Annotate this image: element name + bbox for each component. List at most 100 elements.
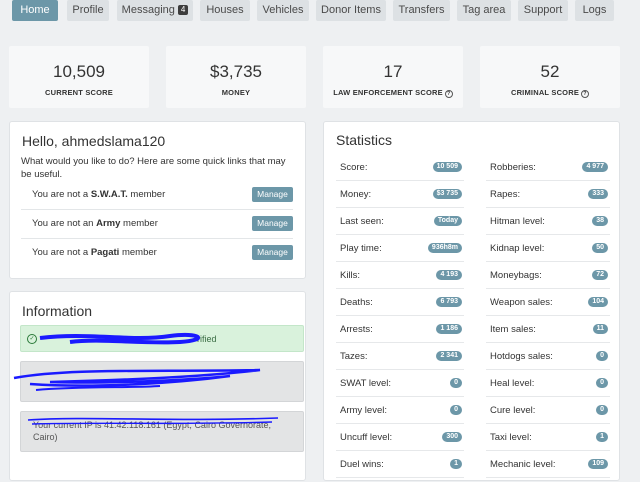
stat-value-badge: 300 (442, 432, 462, 442)
stat-label: Kidnap level: (490, 243, 545, 254)
stat-value-badge: 11 (592, 324, 608, 334)
stat-value-badge: Today (433, 216, 462, 226)
current-score-card: 10,509 CURRENT SCORE (9, 46, 149, 108)
stat-row: Hotdogs sales: 0 (486, 343, 610, 370)
stat-row: Army level: 0 (336, 397, 464, 424)
statistics-title: Statistics (336, 132, 393, 148)
stat-label: Robberies: (490, 162, 536, 173)
stat-label: Hotdogs sales: (490, 351, 553, 362)
membership-row-swat: You are not a S.W.A.T. member Manage (21, 181, 293, 210)
stat-row: Uncuff level: 300 (336, 424, 464, 451)
stat-row: Mechanic level: 109 (486, 451, 610, 478)
help-icon[interactable]: ? (444, 90, 453, 98)
manage-swat-button[interactable]: Manage (252, 187, 293, 202)
message-count-badge: 4 (177, 5, 189, 15)
stat-value-badge: 936h8m (427, 243, 462, 253)
tab-donor-items[interactable]: Donor Items (316, 0, 386, 21)
membership-text: You are not an Army member (32, 218, 158, 229)
stat-value-badge: 50 (592, 243, 608, 253)
stat-value-badge: 1 (596, 432, 608, 442)
stat-row: Heal level: 0 (486, 370, 610, 397)
law-enforcement-score-value: 17 (383, 62, 403, 81)
stat-label: SWAT level: (340, 378, 392, 389)
criminal-score-label-row: CRIMINAL SCORE? (480, 88, 620, 98)
stat-label: Item sales: (490, 324, 536, 335)
tab-profile[interactable]: Profile (67, 0, 109, 21)
stat-value-badge: 6 793 (436, 297, 462, 307)
stat-row: Deaths: 6 793 (336, 289, 464, 316)
manage-pagati-button[interactable]: Manage (252, 245, 293, 260)
stat-label: Kills: (340, 270, 361, 281)
stat-row: Last seen: Today (336, 208, 464, 235)
stat-row: Play time: 936h8m (336, 235, 464, 262)
tab-logs[interactable]: Logs (575, 0, 614, 21)
membership-row-army: You are not an Army member Manage (21, 210, 293, 239)
stat-label: Moneybags: (490, 270, 542, 281)
main-nav: Home Profile Messaging 4 Houses Vehicles … (0, 0, 640, 24)
information-title: Information (22, 303, 93, 319)
stat-row: Item sales: 11 (486, 316, 610, 343)
money-value: $3,735 (210, 62, 262, 81)
law-enforcement-score-card: 17 LAW ENFORCEMENT SCORE? (323, 46, 463, 108)
stat-row: Taxi level: 1 (486, 424, 610, 451)
stat-value-badge: 109 (588, 459, 608, 469)
stat-row: Cure level: 0 (486, 397, 610, 424)
stat-label: Duel wins: (340, 459, 384, 470)
criminal-score-value: 52 (540, 62, 560, 81)
stat-value-badge: 10 509 (432, 162, 462, 172)
stat-label: Deaths: (340, 297, 373, 308)
stat-row: Money: $3 735 (336, 181, 464, 208)
tab-support[interactable]: Support (518, 0, 568, 21)
hello-subtitle: What would you like to do? Here are some… (21, 156, 286, 180)
stat-row: Robberies: 4 977 (486, 154, 610, 181)
tab-messaging[interactable]: Messaging 4 (117, 0, 193, 21)
ip-text: Your current IP is 41.42.118.161 (Egypt,… (33, 420, 271, 442)
stat-row: SWAT level: 0 (336, 370, 464, 397)
statistics-panel: Statistics Score: 10 509 Money: $3 735 Last … (323, 121, 620, 481)
manage-army-button[interactable]: Manage (252, 216, 293, 231)
stat-label: Hitman level: (490, 216, 545, 227)
stat-label: Rapes: (490, 189, 521, 200)
stat-row: Arrests: 1 186 (336, 316, 464, 343)
stat-label: Mechanic level: (490, 459, 556, 470)
stat-value-badge: 2 341 (436, 351, 462, 361)
stat-label: Play time: (340, 243, 382, 254)
stat-value-badge: 333 (588, 189, 608, 199)
stat-value-badge: $3 735 (432, 189, 462, 199)
ip-info-box: Your current IP is 41.42.118.161 (Egypt,… (20, 411, 304, 452)
stat-label: Weapon sales: (490, 297, 553, 308)
current-score-label: CURRENT SCORE (44, 88, 114, 97)
tab-transfers[interactable]: Transfers (393, 0, 450, 21)
stat-label: Money: (340, 189, 372, 200)
stat-label: Uncuff level: (340, 432, 393, 443)
tab-messaging-label: Messaging (121, 4, 175, 16)
stat-label: Cure level: (490, 405, 536, 416)
verified-text: rified (197, 334, 217, 344)
stat-label: Heal level: (490, 378, 535, 389)
stat-row: Hitman level: 38 (486, 208, 610, 235)
stat-row: Duel wins: 1 (336, 451, 464, 478)
stat-value-badge: 0 (596, 405, 608, 415)
verified-alert: ✓ rified (20, 325, 304, 352)
membership-row-pagati: You are not a Pagati member Manage (21, 239, 293, 268)
tab-houses[interactable]: Houses (200, 0, 250, 21)
hello-title: Hello, ahmedslama120 (22, 133, 166, 149)
stat-label: Last seen: (340, 216, 384, 227)
stat-value-badge: 72 (592, 270, 608, 280)
stat-label: Army level: (340, 405, 387, 416)
tab-tag-area[interactable]: Tag area (457, 0, 511, 21)
money-label: MONEY (221, 88, 251, 97)
tab-vehicles[interactable]: Vehicles (257, 0, 309, 21)
tab-home[interactable]: Home (12, 0, 58, 21)
stat-value-badge: 0 (450, 405, 462, 415)
help-icon[interactable]: ? (581, 90, 590, 98)
stat-value-badge: 104 (588, 297, 608, 307)
stat-label: Taxi level: (490, 432, 532, 443)
stat-row: Score: 10 509 (336, 154, 464, 181)
membership-text: You are not a S.W.A.T. member (32, 189, 166, 200)
stat-label: Score: (340, 162, 368, 173)
stat-row: Tazes: 2 341 (336, 343, 464, 370)
stat-value-badge: 0 (450, 378, 462, 388)
hello-panel: Hello, ahmedslama120 What would you like… (9, 121, 306, 279)
current-score-value: 10,509 (53, 62, 105, 81)
